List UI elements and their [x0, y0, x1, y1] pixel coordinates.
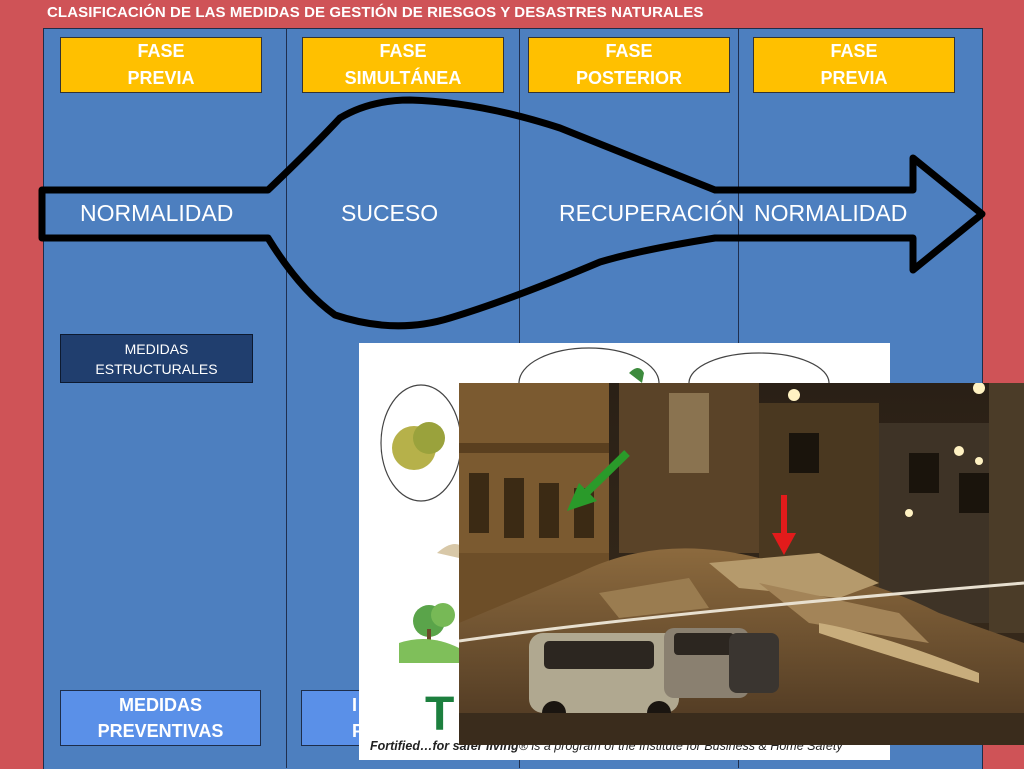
phase-box-previa-final: FASE PREVIA	[753, 37, 955, 93]
damage-scene	[459, 383, 1024, 745]
slide-title: CLASIFICACIÓN DE LAS MEDIDAS DE GESTIÓN …	[47, 4, 704, 21]
phase-box-posterior: FASE POSTERIOR	[528, 37, 730, 93]
flow-label-normalidad-final: NORMALIDAD	[754, 200, 908, 226]
preventive-measures-box: MEDIDAS PREVENTIVAS	[60, 690, 261, 746]
phase-label: POSTERIOR	[575, 68, 682, 88]
phase-label: FASE	[830, 41, 878, 61]
phase-box-simultanea: FASE SIMULTÁNEA	[302, 37, 504, 93]
phase-label: FASE	[379, 41, 427, 61]
box-label: ESTRUCTURALES	[95, 361, 218, 377]
phase-label: PREVIA	[820, 68, 888, 88]
column-divider	[286, 28, 287, 768]
phase-label: SIMULTÁNEA	[344, 68, 462, 88]
flow-label-suceso: SUCESO	[341, 200, 439, 226]
box-label: MEDIDAS	[124, 341, 189, 357]
box-label: PREVENTIVAS	[97, 721, 224, 741]
flow-label-normalidad: NORMALIDAD	[80, 200, 234, 226]
earthquake-damage-photo	[459, 383, 1024, 745]
phase-label: FASE	[137, 41, 185, 61]
box-label: MEDIDAS	[118, 695, 202, 715]
phase-label: FASE	[605, 41, 653, 61]
phase-box-previa: FASE PREVIA	[60, 37, 262, 93]
flow-label-recuperacion: RECUPERACIÓN	[559, 200, 745, 226]
structural-measures-box: MEDIDAS ESTRUCTURALES	[60, 334, 253, 383]
phase-label: PREVIA	[127, 68, 195, 88]
